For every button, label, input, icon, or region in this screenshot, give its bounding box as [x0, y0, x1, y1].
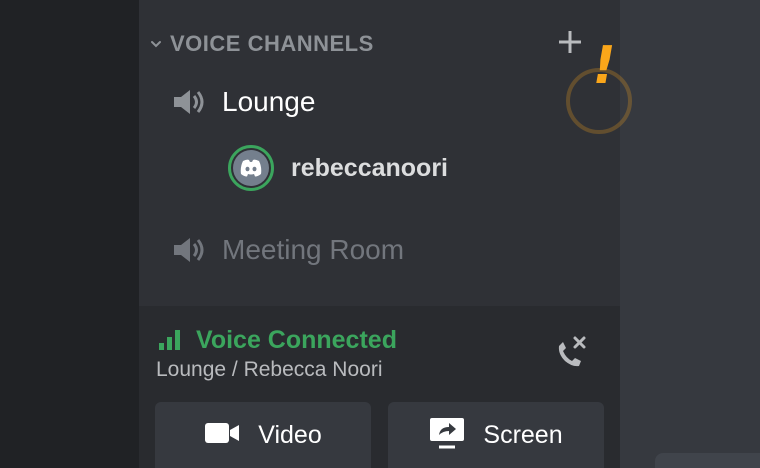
- speaker-icon: [172, 84, 208, 120]
- voice-status-row[interactable]: Voice Connected: [158, 324, 397, 356]
- camera-icon: [204, 421, 240, 450]
- voice-status-text: Voice Connected: [196, 325, 397, 354]
- chat-area: [620, 0, 760, 468]
- phone-disconnect-icon: [553, 334, 589, 375]
- voice-location-link[interactable]: Lounge / Rebecca Noori: [156, 358, 382, 382]
- voice-channel-lounge[interactable]: Lounge: [172, 80, 315, 124]
- attention-indicator: !: [566, 36, 632, 134]
- voice-user-rebeccanoori[interactable]: rebeccanoori: [228, 144, 448, 192]
- server-rail: [0, 0, 139, 468]
- screen-share-icon: [429, 417, 465, 454]
- video-button[interactable]: Video: [155, 402, 371, 468]
- screen-share-button[interactable]: Screen: [388, 402, 604, 468]
- disconnect-button[interactable]: [551, 334, 591, 374]
- signal-bars-icon: [158, 326, 186, 355]
- video-label: Video: [258, 420, 322, 449]
- voice-channel-meeting-room[interactable]: Meeting Room: [172, 228, 404, 272]
- plus-icon: [557, 29, 583, 60]
- speaker-icon: [172, 232, 208, 268]
- screen-label: Screen: [483, 420, 563, 449]
- chevron-down-icon: [146, 34, 166, 54]
- add-channel-button[interactable]: [554, 28, 586, 60]
- avatar: [228, 145, 274, 191]
- voice-username: rebeccanoori: [291, 153, 449, 182]
- discord-logo-icon: [233, 150, 269, 186]
- category-label: VOICE CHANNELS: [170, 31, 374, 56]
- channel-name: Lounge: [222, 86, 316, 117]
- channel-name: Meeting Room: [222, 234, 405, 265]
- voice-channels-category[interactable]: VOICE CHANNELS: [146, 28, 374, 60]
- message-input-corner[interactable]: [655, 453, 760, 468]
